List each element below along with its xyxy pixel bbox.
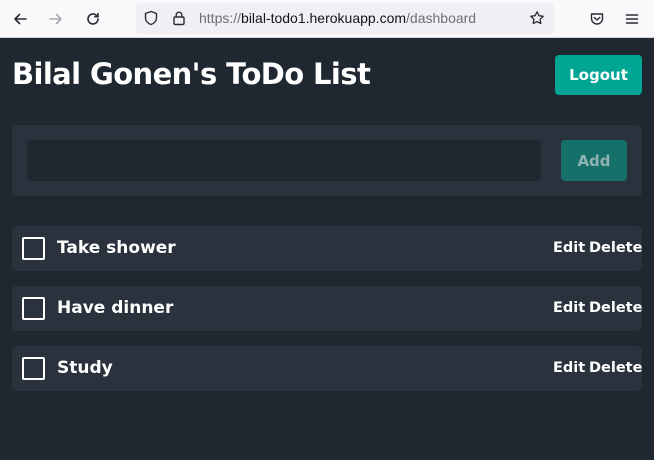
url-text: https://bilal-todo1.herokuapp.com/dashbo… (199, 10, 476, 27)
reload-icon[interactable] (83, 9, 103, 29)
url-prefix: https:// (199, 10, 242, 26)
menu-icon[interactable] (622, 9, 642, 29)
url-path: /dashboard (406, 10, 477, 26)
todo-label: Take shower (57, 238, 176, 258)
add-todo-panel: Add (12, 125, 642, 196)
new-todo-input[interactable] (27, 140, 541, 181)
page-title: Bilal Gonen's ToDo List (12, 57, 371, 91)
shield-icon[interactable] (143, 10, 159, 26)
bookmark-star-icon[interactable] (529, 10, 545, 26)
lock-icon[interactable] (171, 10, 187, 26)
delete-button[interactable]: Delete (589, 240, 642, 256)
logout-button[interactable]: Logout (555, 55, 642, 95)
todo-checkbox[interactable] (22, 357, 45, 380)
delete-button[interactable]: Delete (589, 360, 642, 376)
todo-checkbox[interactable] (22, 297, 45, 320)
add-button[interactable]: Add (561, 140, 627, 181)
pocket-icon[interactable] (587, 9, 607, 29)
edit-button[interactable]: Edit (553, 300, 585, 316)
edit-button[interactable]: Edit (553, 240, 585, 256)
todo-item: Have dinner Edit Delete (12, 286, 642, 331)
todo-item: Take shower Edit Delete (12, 226, 642, 271)
todo-label: Have dinner (57, 298, 174, 318)
todo-label: Study (57, 358, 113, 378)
edit-button[interactable]: Edit (553, 360, 585, 376)
browser-toolbar: https://bilal-todo1.herokuapp.com/dashbo… (0, 0, 654, 38)
todo-item: Study Edit Delete (12, 346, 642, 391)
url-host: bilal-todo1.herokuapp.com (241, 10, 407, 26)
forward-icon[interactable] (46, 9, 66, 29)
todo-checkbox[interactable] (22, 237, 45, 260)
back-icon[interactable] (10, 9, 30, 29)
url-bar[interactable]: https://bilal-todo1.herokuapp.com/dashbo… (136, 3, 554, 34)
delete-button[interactable]: Delete (589, 300, 642, 316)
